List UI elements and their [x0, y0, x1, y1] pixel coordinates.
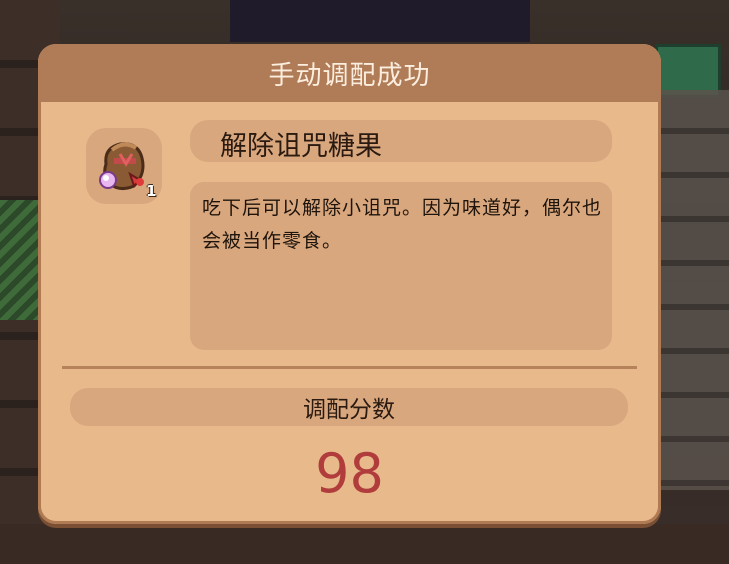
item-description-box: 吃下后可以解除小诅咒。因为味道好，偶尔也会被当作零食。	[190, 182, 612, 350]
score-value: 98	[315, 442, 384, 505]
dialog-title-bar: 手动调配成功	[38, 44, 661, 102]
item-description: 吃下后可以解除小诅咒。因为味道好，偶尔也会被当作零食。	[202, 197, 603, 252]
background-floor	[0, 524, 729, 564]
background-plant	[0, 200, 40, 320]
score-label: 调配分数	[303, 397, 395, 423]
item-name-box: 解除诅咒糖果	[190, 120, 612, 162]
background-stone-wall	[649, 90, 729, 490]
item-name: 解除诅咒糖果	[220, 131, 382, 162]
section-divider	[62, 366, 637, 369]
item-count: 1	[146, 182, 157, 200]
score-label-box: 调配分数	[70, 388, 628, 426]
dialog-title: 手动调配成功	[268, 60, 431, 91]
crafting-result-dialog: 手动调配成功 1 解除诅咒糖果 吃下后可以解除小诅咒。因为味道好，偶尔也会被当作…	[38, 44, 661, 524]
background-window	[230, 0, 530, 42]
